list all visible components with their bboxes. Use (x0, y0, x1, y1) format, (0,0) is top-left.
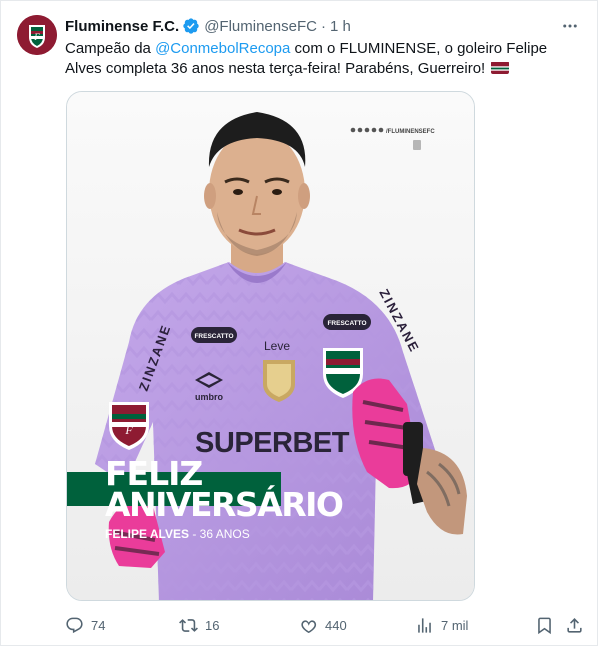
more-icon[interactable] (559, 15, 581, 37)
svg-text:F: F (124, 423, 133, 437)
like-icon (301, 619, 317, 633)
tweet-card[interactable]: F Fluminense F.C. @FluminenseFC · 1 h Ca… (0, 0, 598, 646)
subtitle: FELIPE ALVES - 36 ANOS (105, 527, 250, 541)
author-handle[interactable]: @FluminenseFC (204, 18, 317, 35)
reply-icon (66, 617, 83, 633)
subtitle-age: - 36 ANOS (189, 527, 250, 541)
flag-emoji-icon (491, 61, 510, 74)
frescatto-patch-right: FRESCATTO (323, 314, 371, 330)
timestamp[interactable]: 1 h (330, 18, 351, 35)
tweet-text: Campeão da @ConmebolRecopa com o FLUMINE… (65, 39, 585, 79)
tweet-image[interactable]: /FLUMINENSEFC ZINZANE ZINZANE FRESCATTO … (66, 91, 475, 601)
svg-text:FRESCATTO: FRESCATTO (194, 333, 233, 340)
separator-dot: · (320, 17, 326, 35)
share-button[interactable] (565, 611, 591, 639)
bookmark-icon (538, 617, 551, 634)
views-icon (418, 617, 431, 633)
frescatto-patch-left: FRESCATTO (191, 327, 237, 343)
subtitle-name: FELIPE ALVES (105, 527, 189, 541)
like-count: 440 (325, 617, 347, 633)
shirt-sponsor: SUPERBET (195, 427, 350, 459)
title-line2: ANIVERSÁRIO (105, 484, 343, 524)
avatar[interactable]: F (17, 15, 57, 55)
leve-logo: Leve (264, 339, 290, 353)
svg-text:umbro: umbro (195, 392, 224, 402)
author-name[interactable]: Fluminense F.C. (65, 18, 179, 35)
repost-button[interactable]: 16 (179, 611, 219, 639)
reply-count: 74 (91, 617, 106, 633)
action-bar: 74 16 440 7 mil (65, 611, 589, 639)
views-button[interactable]: 7 mil (415, 611, 468, 639)
tweet-text-part1: Campeão da (65, 40, 156, 57)
social-handle: /FLUMINENSEFC (386, 129, 435, 135)
svg-text:F: F (33, 32, 40, 42)
svg-text:FRESCATTO: FRESCATTO (327, 320, 366, 327)
repost-icon (179, 618, 198, 632)
mention-link[interactable]: @ConmebolRecopa (155, 40, 290, 57)
bookmark-button[interactable] (535, 611, 561, 639)
repost-count: 16 (205, 617, 220, 633)
verified-icon (183, 18, 199, 34)
views-count: 7 mil (441, 617, 469, 633)
like-button[interactable]: 440 (299, 611, 347, 639)
tweet-header: Fluminense F.C. @FluminenseFC · 1 h (65, 16, 351, 36)
reply-button[interactable]: 74 (65, 611, 105, 639)
share-icon (567, 617, 582, 633)
